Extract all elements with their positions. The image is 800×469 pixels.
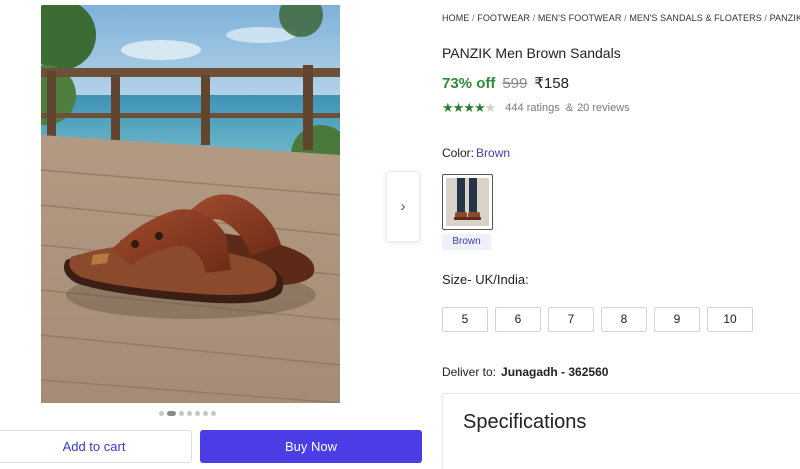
color-swatch-label: Brown	[442, 234, 491, 250]
color-selector-heading: Color: Brown	[442, 146, 510, 160]
carousel-dot[interactable]	[187, 411, 192, 416]
breadcrumb-item[interactable]: PANZIK MEN'S SE	[770, 13, 800, 23]
product-image[interactable]	[41, 5, 340, 403]
chevron-right-icon: ›	[400, 198, 406, 215]
carousel-dot[interactable]	[159, 411, 164, 416]
size-option-10[interactable]: 10	[707, 307, 753, 332]
star-icon: ★	[463, 100, 475, 115]
star-rating: ★★★★★	[442, 100, 497, 116]
carousel-dot[interactable]	[203, 411, 208, 416]
star-icon: ★	[442, 100, 454, 115]
specifications-section: Specifications	[442, 393, 800, 469]
breadcrumb-separator: /	[764, 13, 768, 23]
ratings-reviews-separator: &	[565, 102, 574, 114]
breadcrumb-separator: /	[472, 13, 475, 23]
star-icon: ★	[452, 100, 465, 115]
delivery-location[interactable]: Deliver to: Junagadh - 362560	[442, 365, 608, 379]
carousel-dot[interactable]	[179, 411, 184, 416]
star-icon: ★	[484, 100, 497, 115]
carousel-next-button[interactable]: ›	[386, 171, 420, 242]
carousel-dot[interactable]	[195, 411, 200, 416]
discount-percent: 73% off	[442, 75, 496, 92]
size-option-6[interactable]: 6	[495, 307, 541, 332]
price-row: 73% off 599 ₹158	[442, 74, 569, 92]
add-to-cart-button[interactable]: Add to cart	[0, 430, 192, 463]
breadcrumb-item[interactable]: MEN'S FOOTWEAR	[538, 13, 622, 23]
size-option-8[interactable]: 8	[601, 307, 647, 332]
size-option-9[interactable]: 9	[654, 307, 700, 332]
buy-now-button[interactable]: Buy Now	[200, 430, 422, 463]
rating-summary[interactable]: ★★★★★ 444 ratings & 20 reviews	[442, 100, 630, 116]
selected-color: Brown	[476, 146, 511, 160]
breadcrumb-item[interactable]: HOME	[442, 13, 469, 23]
ratings-count: 444 ratings	[505, 102, 560, 114]
selling-price: ₹158	[534, 75, 569, 92]
breadcrumb-separator: /	[532, 13, 536, 23]
carousel-dot[interactable]	[167, 411, 176, 416]
breadcrumb: HOME / FOOTWEAR / MEN'S FOOTWEAR / MEN'S…	[442, 13, 800, 23]
carousel-indicator	[159, 411, 216, 416]
deliver-pincode: Junagadh - 362560	[501, 365, 609, 379]
star-icon: ★	[473, 100, 486, 115]
size-heading: Size- UK/India:	[442, 272, 529, 287]
size-options: 5 6 7 8 9 10	[442, 307, 753, 332]
color-swatch-brown[interactable]	[442, 174, 493, 230]
product-title: PANZIK Men Brown Sandals	[442, 45, 621, 61]
color-label: Color:	[442, 146, 475, 160]
breadcrumb-separator: /	[624, 13, 627, 23]
deliver-label: Deliver to:	[442, 365, 497, 379]
breadcrumb-item[interactable]: MEN'S SANDALS & FLOATERS	[629, 13, 761, 23]
size-option-7[interactable]: 7	[548, 307, 594, 332]
original-price: 599	[502, 75, 528, 92]
breadcrumb-item[interactable]: FOOTWEAR	[477, 13, 530, 23]
reviews-count: 20 reviews	[577, 102, 630, 114]
size-option-5[interactable]: 5	[442, 307, 488, 332]
carousel-dot[interactable]	[211, 411, 216, 416]
specifications-title: Specifications	[463, 411, 587, 433]
